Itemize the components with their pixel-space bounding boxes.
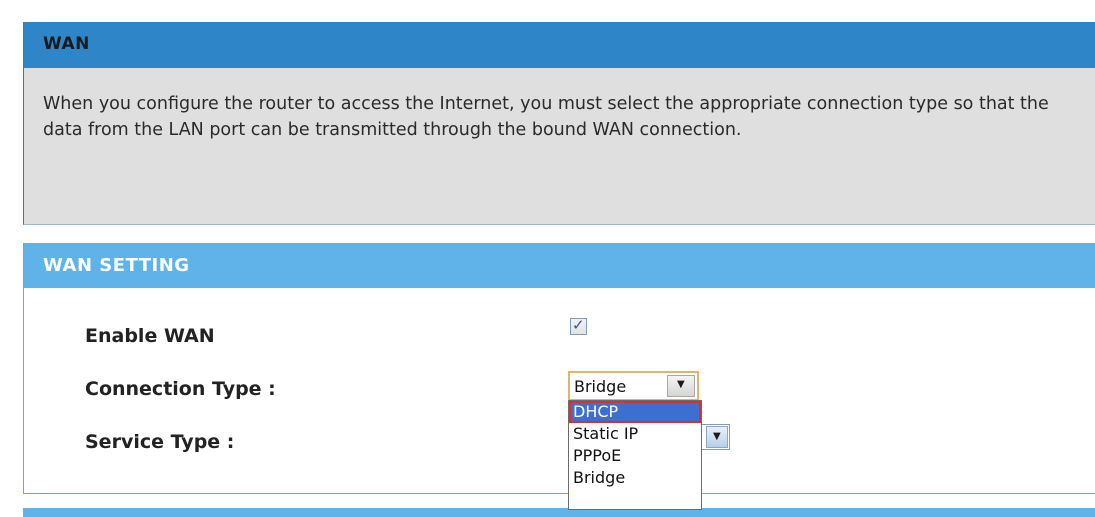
chevron-down-icon: ▼ (713, 431, 721, 442)
wan-info-panel: WAN When you configure the router to acc… (23, 22, 1095, 225)
checkmark-icon: ✓ (572, 316, 585, 334)
connection-type-select[interactable]: Bridge ▼ (568, 371, 699, 401)
router-config-page: WAN When you configure the router to acc… (0, 0, 1095, 517)
option-pppoe[interactable]: PPPoE (569, 445, 701, 467)
connection-type-value: Bridge (574, 377, 627, 396)
chevron-down-icon: ▼ (677, 379, 685, 390)
enable-wan-label: Enable WAN (85, 325, 215, 347)
wan-panel-title: WAN (43, 34, 90, 54)
wan-description: When you configure the router to access … (43, 94, 1049, 140)
connection-type-dropdown-list: DHCP Static IP PPPoE Bridge (568, 400, 702, 510)
wan-setting-panel: WAN SETTING Enable WAN ✓ Connection Type… (23, 243, 1095, 510)
wan-setting-title: WAN SETTING (43, 255, 190, 276)
option-dhcp[interactable]: DHCP (569, 401, 701, 423)
wan-setting-header: WAN SETTING (24, 243, 1095, 288)
service-type-label: Service Type : (85, 431, 235, 453)
option-bridge[interactable]: Bridge (569, 467, 701, 489)
wan-panel-header: WAN (24, 22, 1095, 68)
next-panel-header-edge (23, 508, 1095, 517)
service-type-arrow-button[interactable]: ▼ (706, 426, 728, 448)
option-static-ip[interactable]: Static IP (569, 423, 701, 445)
enable-wan-checkbox[interactable]: ✓ (570, 316, 587, 335)
dropdown-arrow-button[interactable]: ▼ (667, 375, 695, 397)
connection-type-label: Connection Type : (85, 378, 276, 400)
